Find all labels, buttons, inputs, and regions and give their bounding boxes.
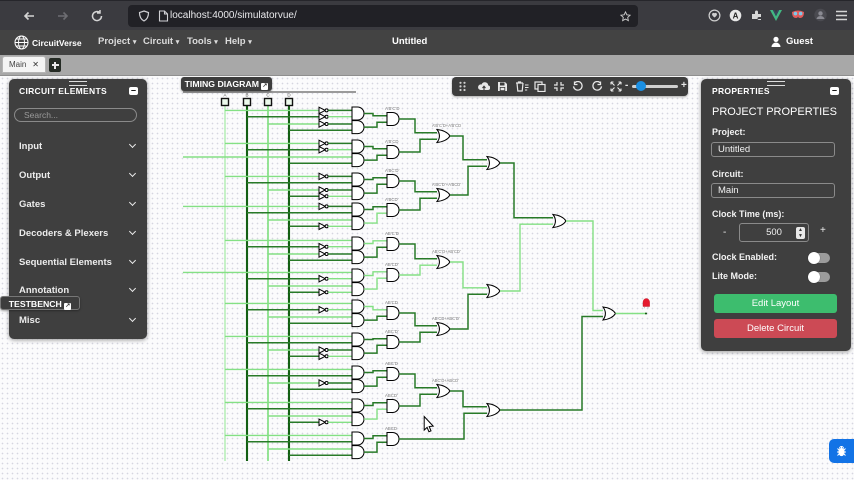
svg-text:ABC’D’: ABC’D’ bbox=[385, 329, 399, 334]
svg-text:A: A bbox=[223, 93, 226, 98]
svg-text:AB’CD: AB’CD bbox=[385, 300, 398, 305]
svg-text:ABC’D: ABC’D bbox=[385, 361, 398, 366]
svg-text:A’B’C’D: A’B’C’D bbox=[385, 106, 399, 111]
svg-text:A’BC’D’: A’BC’D’ bbox=[385, 168, 400, 173]
svg-text:A’BC’D’+A’BCD’: A’BC’D’+A’BCD’ bbox=[432, 182, 461, 187]
svg-text:B: B bbox=[245, 93, 248, 98]
svg-text:ABC’D+ABCD’: ABC’D+ABCD’ bbox=[432, 378, 459, 383]
svg-text:A’B’C’D+A’B’CD: A’B’C’D+A’B’CD bbox=[432, 123, 461, 128]
svg-text:AB’CD+ABC’D’: AB’CD+ABC’D’ bbox=[432, 316, 460, 321]
svg-text:A’B’CD: A’B’CD bbox=[385, 139, 399, 144]
svg-text:ABCD’: ABCD’ bbox=[385, 393, 398, 398]
svg-text:C: C bbox=[266, 93, 270, 98]
svg-text:AB’C’D+AB’CD’: AB’C’D+AB’CD’ bbox=[432, 249, 461, 254]
svg-text:AB’C’D: AB’C’D bbox=[385, 231, 399, 236]
svg-text:A’BCD’: A’BCD’ bbox=[385, 197, 399, 202]
svg-text:ABCD: ABCD bbox=[385, 426, 397, 431]
svg-text:AB’CD’: AB’CD’ bbox=[385, 262, 399, 267]
svg-text:D: D bbox=[287, 93, 291, 98]
